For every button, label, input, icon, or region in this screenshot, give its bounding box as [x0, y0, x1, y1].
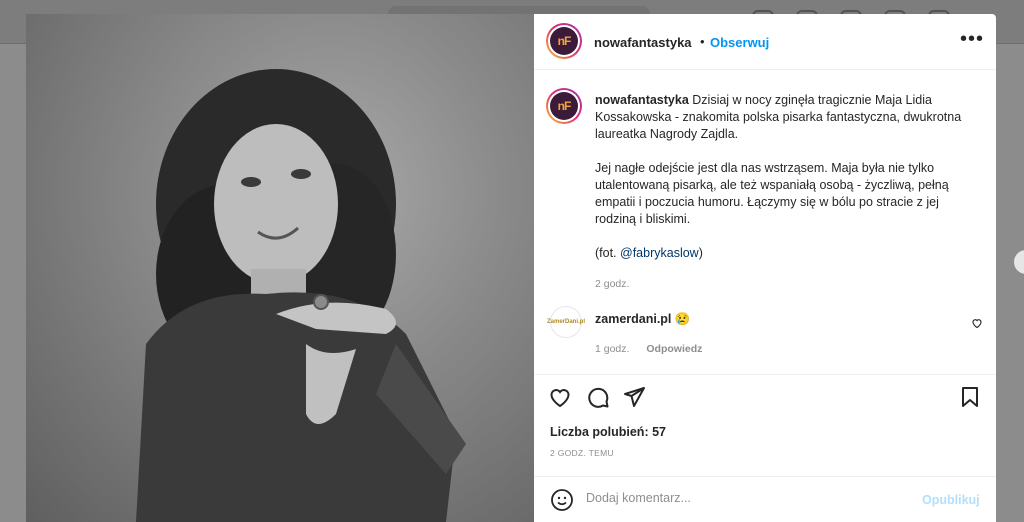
posted-time[interactable]: 2 GODZ. TEMU	[550, 448, 614, 458]
next-post-button[interactable]	[1014, 250, 1024, 274]
follow-button[interactable]: Obserwuj	[710, 35, 769, 50]
more-options-icon[interactable]: •••	[960, 28, 984, 51]
caption-time[interactable]: 2 godz.	[595, 276, 977, 293]
comment-emoji: 😢	[674, 312, 691, 326]
comment-like-heart-icon[interactable]	[971, 317, 983, 329]
photo-credit-link[interactable]: @fabrykaslow	[620, 246, 699, 260]
separator-dot: •	[700, 34, 705, 49]
avatar-logo-text: nF	[550, 27, 578, 55]
save-bookmark-icon[interactable]	[958, 385, 982, 409]
post-photo	[26, 14, 534, 522]
comment-text: zamerdani.pl 😢	[595, 312, 690, 327]
author-avatar[interactable]: nF	[546, 23, 582, 59]
post-header: nF nowafantastyka • Obserwuj •••	[534, 14, 996, 70]
caption-author[interactable]: nowafantastyka	[595, 93, 689, 107]
likes-count[interactable]: Liczba polubień: 57	[550, 425, 666, 439]
commenter-avatar[interactable]: ZamerDani.pl	[547, 306, 585, 338]
caption-author-avatar[interactable]: nF	[546, 88, 582, 124]
post-modal: nF nowafantastyka • Obserwuj ••• nF nowa…	[26, 14, 996, 522]
reply-button[interactable]: Odpowiedz	[646, 343, 702, 355]
publish-button[interactable]: Opublikuj	[922, 493, 980, 507]
caption: nowafantastyka Dzisiaj w nocy zginęła tr…	[595, 92, 977, 293]
photo-credit-prefix: (fot.	[595, 246, 621, 260]
add-comment-bar: Opublikuj	[534, 476, 996, 522]
avatar-logo-text: nF	[550, 92, 578, 120]
actions-divider	[534, 374, 996, 375]
caption-paragraph-2: Jej nagłe odejście jest dla nas wstrząse…	[595, 161, 949, 226]
comment-meta: 1 godz. Odpowiedz	[595, 343, 716, 355]
comment-time[interactable]: 1 godz.	[595, 343, 629, 355]
post-panel: nF nowafantastyka • Obserwuj ••• nF nowa…	[534, 14, 996, 522]
author-username[interactable]: nowafantastyka	[594, 35, 692, 50]
share-send-icon[interactable]	[622, 385, 646, 409]
comment-bubble-icon[interactable]	[586, 385, 610, 409]
commenter-username[interactable]: zamerdani.pl	[595, 312, 671, 326]
emoji-smiley-icon[interactable]	[550, 488, 574, 512]
like-heart-icon[interactable]	[548, 385, 572, 409]
add-comment-input[interactable]	[586, 491, 906, 505]
photo-credit-suffix: )	[698, 246, 703, 260]
